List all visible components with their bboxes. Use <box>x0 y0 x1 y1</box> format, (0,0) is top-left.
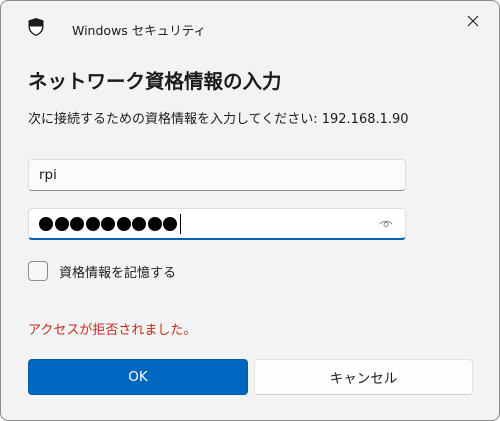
title-bar: Windows セキュリティ <box>1 1 499 53</box>
eye-icon[interactable] <box>379 219 393 229</box>
credential-dialog: Windows セキュリティ ネットワーク資格情報の入力 次に接続するための資格… <box>0 0 500 421</box>
password-dot <box>54 217 69 231</box>
username-value: rpi <box>39 167 57 183</box>
text-caret <box>179 214 181 234</box>
password-dot <box>85 217 100 231</box>
remember-label: 資格情報を記憶する <box>59 265 177 281</box>
username-field[interactable]: rpi <box>28 159 406 191</box>
cancel-button[interactable]: キャンセル <box>254 359 473 395</box>
password-dot <box>147 217 162 231</box>
password-dot <box>101 217 115 231</box>
dialog-prompt: 次に接続するための資格情報を入力してください: 192.168.1.90 <box>28 112 409 127</box>
close-icon <box>467 15 479 27</box>
password-dot <box>132 217 146 231</box>
ok-button[interactable]: OK <box>28 359 248 395</box>
password-dots <box>39 214 181 234</box>
password-dot <box>163 217 177 231</box>
password-dot <box>70 217 84 231</box>
remember-checkbox[interactable] <box>28 261 48 281</box>
password-dot <box>116 217 131 231</box>
window-title: Windows セキュリティ <box>72 23 207 38</box>
password-dot <box>39 217 53 231</box>
shield-icon <box>27 17 45 37</box>
dialog-heading: ネットワーク資格情報の入力 <box>28 70 282 93</box>
remember-credentials[interactable]: 資格情報を記憶する <box>28 261 176 281</box>
close-button[interactable] <box>459 9 487 33</box>
error-message: アクセスが拒否されました。 <box>28 323 197 338</box>
password-field[interactable] <box>28 208 406 240</box>
